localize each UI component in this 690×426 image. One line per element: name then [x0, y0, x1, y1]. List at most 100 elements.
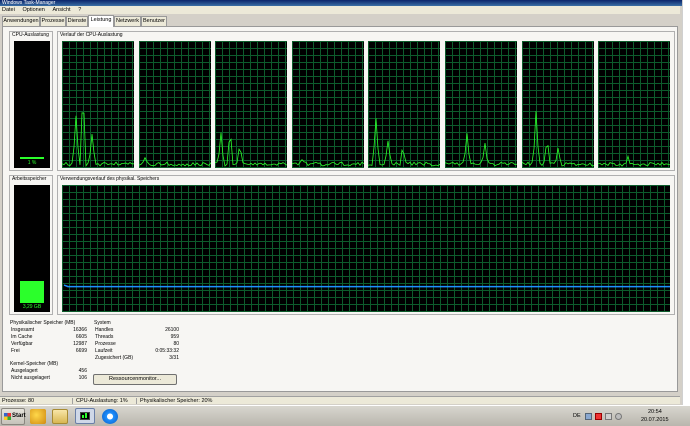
cpu-core-graph — [291, 41, 364, 168]
info-row: Insgesamt 16366 — [11, 327, 87, 333]
status-divider — [136, 398, 137, 404]
info-label: Laufzeit — [95, 348, 113, 354]
info-row: Zugesichert (GB) 3/31 — [95, 355, 179, 361]
info-label: Nicht ausgelagert — [11, 375, 50, 381]
cpu-core-svg — [215, 132, 288, 167]
speaker-tray-icon[interactable] — [615, 413, 622, 420]
tab-dienste[interactable]: Dienste — [66, 16, 88, 26]
task-manager-icon-bar — [85, 413, 87, 418]
cpu-core-svg — [598, 154, 671, 167]
cpu-usage-value: 1 % — [27, 160, 37, 166]
menu-help[interactable]: ? — [78, 6, 81, 14]
tab-leistung[interactable]: Leistung — [88, 15, 114, 27]
info-value: 12987 — [73, 341, 87, 347]
resource-monitor-button[interactable]: Ressourcenmonitor... — [93, 374, 177, 385]
start-button[interactable]: Start — [1, 408, 26, 425]
memory-history-group: Verwendungsverlauf des physikal. Speiche… — [57, 175, 675, 315]
cpu-history-group: Verlauf der CPU-Auslastung — [57, 31, 675, 171]
cpu-core-line — [62, 112, 134, 167]
tab-netzwerk[interactable]: Netzwerk — [114, 16, 141, 26]
right-edge-strip — [682, 0, 690, 405]
internet-explorer-icon[interactable] — [102, 409, 118, 424]
cpu-core-svg — [138, 156, 211, 167]
info-row: Frei 6699 — [11, 348, 87, 354]
info-row: Im Cache 6605 — [11, 334, 87, 340]
info-label: Frei — [11, 348, 20, 354]
cpu-usage-group: CPU-Auslastung 1 % — [9, 31, 53, 171]
info-value: 26100 — [165, 327, 179, 333]
info-label: Verfügbar — [11, 341, 33, 347]
cpu-core-graph — [215, 41, 288, 168]
task-manager-taskbar-button[interactable] — [75, 408, 95, 424]
taskbar: Start DE 20:54 20.07.2015 — [0, 405, 690, 426]
system-title: System — [94, 320, 111, 326]
info-row: Laufzeit 0:05:33:32 — [95, 348, 179, 354]
status-memory: Physikalischer Speicher: 20% — [140, 398, 213, 404]
cpu-core-line — [521, 111, 594, 167]
cpu-core-svg — [521, 111, 594, 167]
cpu-core-svg — [445, 133, 517, 167]
info-row: Prozesse 80 — [95, 341, 179, 347]
monitor-tray-icon[interactable] — [605, 413, 612, 420]
memory-label: Arbeitsspeicher — [12, 176, 47, 182]
info-value: 16366 — [73, 327, 87, 333]
cpu-core-svg — [62, 112, 134, 167]
folder-icon[interactable] — [52, 409, 68, 424]
memory-value: 3,29 GB — [22, 304, 42, 310]
clock-time[interactable]: 20:54 — [648, 409, 662, 415]
menu-ansicht[interactable]: Ansicht — [53, 6, 71, 14]
windows-logo-icon — [4, 413, 11, 420]
cpu-core-graph — [62, 41, 134, 168]
kernel-memory-title: Kernel-Speicher (MB) — [10, 361, 59, 367]
cpu-core-graph — [598, 41, 671, 168]
info-value: 456 — [78, 368, 87, 374]
info-row: Ausgelagert 456 — [11, 368, 87, 374]
cpu-core-line — [138, 156, 211, 167]
memory-group: Arbeitsspeicher 3,29 GB — [9, 175, 53, 315]
cpu-core-line — [215, 132, 288, 167]
memory-history-label: Verwendungsverlauf des physikal. Speiche… — [60, 176, 160, 182]
info-label: Ausgelagert — [11, 368, 38, 374]
memory-meter: 3,29 GB — [14, 185, 50, 312]
info-value: 959 — [170, 334, 179, 340]
tab-anwendungen[interactable]: Anwendungen — [2, 16, 40, 26]
info-row: Handles 26100 — [95, 327, 179, 333]
memory-history-graph — [62, 185, 670, 312]
cpu-core-line — [445, 133, 517, 167]
info-row: Nicht ausgelagert 106 — [11, 375, 87, 381]
menu-bar: Datei Optionen Ansicht ? — [0, 6, 680, 14]
info-label: Threads — [95, 334, 114, 340]
sun-icon[interactable] — [30, 409, 46, 424]
network-tray-icon[interactable] — [585, 413, 592, 420]
status-bar: Prozesse: 80 CPU-Auslastung: 1% Physikal… — [0, 396, 680, 404]
task-manager-icon-bar — [82, 415, 84, 418]
info-value: 0:05:33:32 — [155, 348, 179, 354]
menu-optionen[interactable]: Optionen — [23, 6, 45, 14]
menu-datei[interactable]: Datei — [2, 6, 15, 14]
tab-prozesse[interactable]: Prozesse — [40, 16, 66, 26]
cpu-usage-label: CPU-Auslastung — [12, 32, 49, 38]
kernel-memory-section: Kernel-Speicher (MB) Ausgelagert 456 Nich… — [9, 361, 87, 385]
physical-memory-title: Physikalischer Speicher (MB) — [10, 320, 76, 326]
info-label: Im Cache — [11, 334, 33, 340]
clock-date[interactable]: 20.07.2015 — [641, 417, 669, 423]
warning-tray-icon[interactable] — [595, 413, 602, 420]
info-value: 3/31 — [169, 355, 179, 361]
info-value: 6699 — [75, 348, 87, 354]
cpu-core-line — [598, 154, 671, 167]
cpu-core-svg — [368, 118, 441, 167]
info-value: 6605 — [75, 334, 87, 340]
language-indicator[interactable]: DE — [573, 413, 581, 419]
cpu-core-graph — [368, 41, 441, 168]
status-processes: Prozesse: 80 — [2, 398, 35, 404]
start-label: Start — [12, 413, 26, 419]
info-value: 80 — [173, 341, 179, 347]
memory-fill — [20, 281, 44, 303]
info-label: Insgesamt — [11, 327, 35, 333]
status-cpu: CPU-Auslastung: 1% — [76, 398, 128, 404]
info-label: Zugesichert (GB) — [95, 355, 134, 361]
cpu-core-line — [368, 118, 441, 167]
info-label: Prozesse — [95, 341, 116, 347]
tab-benutzer[interactable]: Benutzer — [141, 16, 167, 26]
cpu-usage-meter: 1 % — [14, 41, 50, 168]
